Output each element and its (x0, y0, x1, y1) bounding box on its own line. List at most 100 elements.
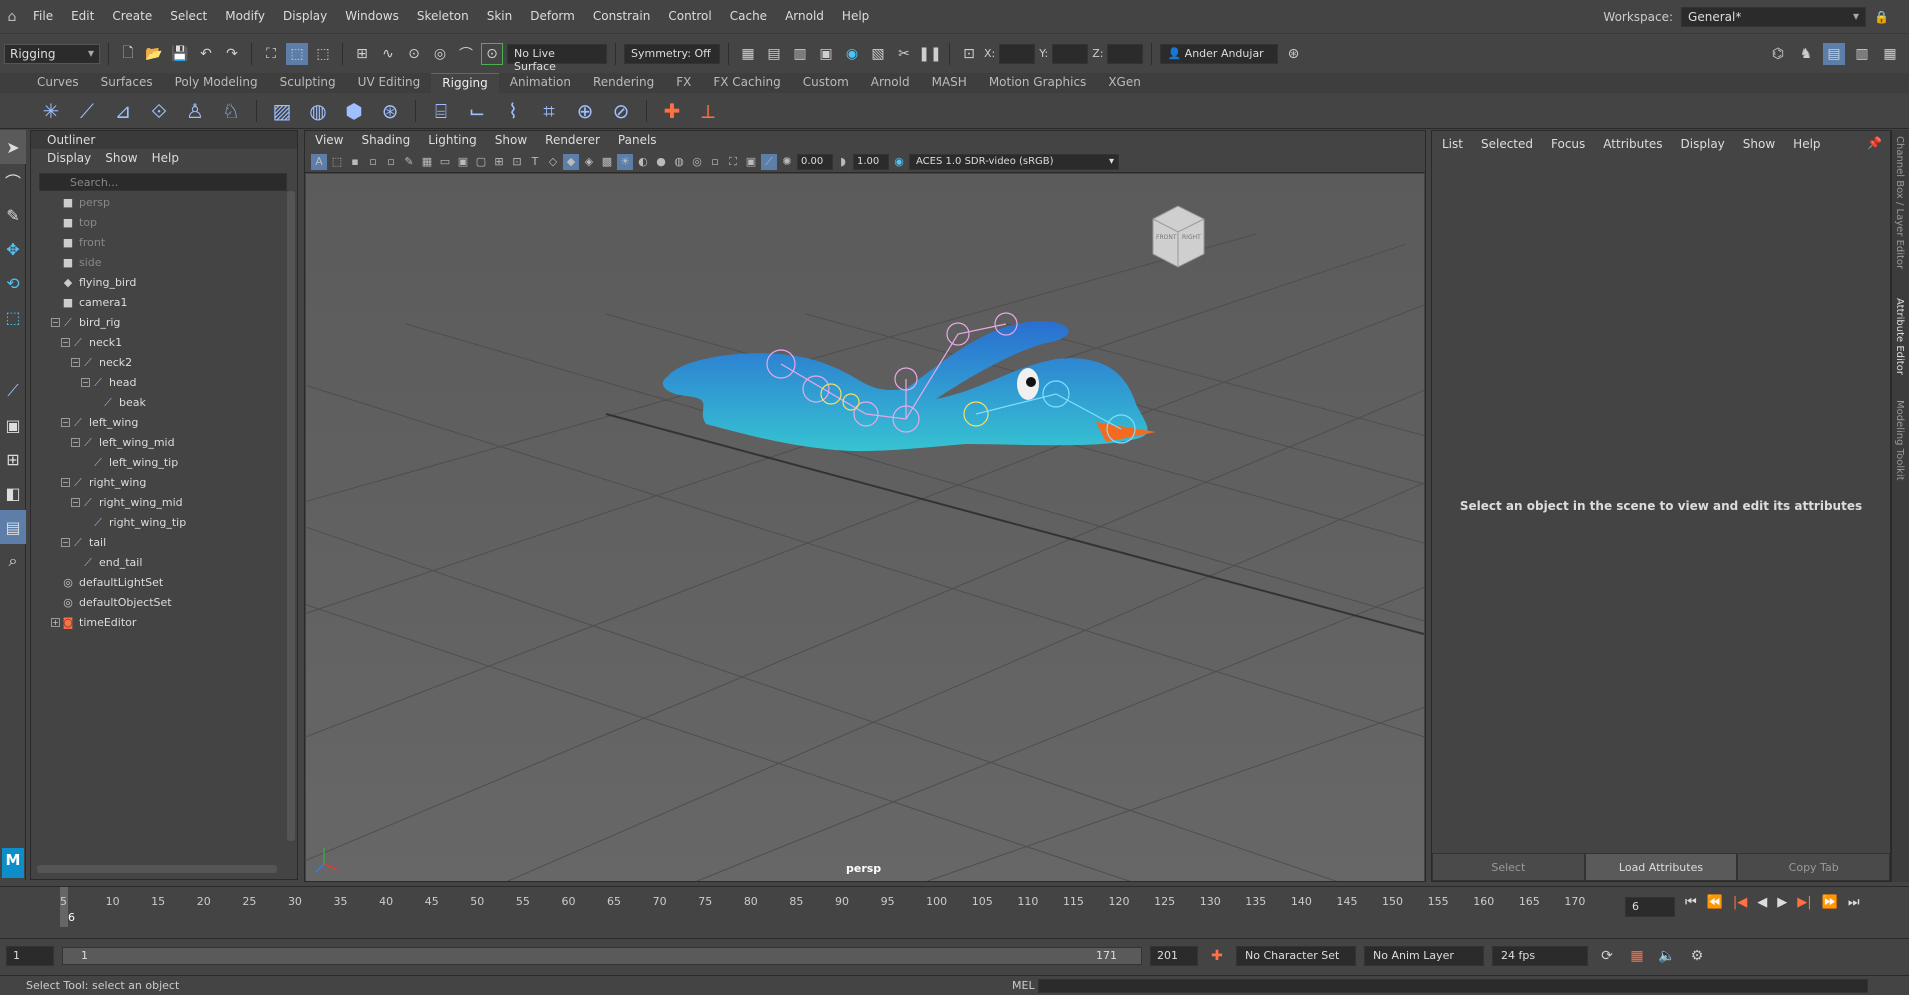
bookmark-icon[interactable]: ▪ (347, 154, 363, 170)
outliner-search-input[interactable]: Search... (39, 173, 287, 191)
command-line-input[interactable] (1038, 979, 1868, 993)
shelf-tab-xgen[interactable]: XGen (1097, 73, 1152, 93)
two-d-pan-icon[interactable]: ▫ (383, 154, 399, 170)
step-back-icon[interactable]: ⏪ (1707, 895, 1723, 910)
constraint-icon[interactable]: ⊘ (606, 96, 636, 126)
sound-icon[interactable]: 🔈 (1656, 945, 1678, 967)
humanik-icon[interactable]: ♘ (216, 96, 246, 126)
outliner-item-neck1[interactable]: − ⟋ neck1 (31, 333, 289, 353)
ik-handle-icon[interactable]: ⟋ (72, 96, 102, 126)
outliner-horizontal-scrollbar[interactable] (37, 865, 277, 873)
render-settings-icon[interactable]: ▥ (789, 43, 811, 65)
menu-set-select[interactable]: Rigging (4, 43, 100, 64)
save-scene-icon[interactable]: 💾 (169, 43, 191, 65)
auto-key-icon[interactable]: ✚ (1206, 945, 1228, 967)
insert-joint-icon[interactable]: ⟐ (144, 96, 174, 126)
menu-control[interactable]: Control (659, 0, 720, 33)
attribute-menu-selected[interactable]: Selected (1481, 137, 1533, 151)
tab-modeling-toolkit[interactable]: Modeling Toolkit (1894, 400, 1905, 481)
outliner-item-side[interactable]: ■ side (31, 253, 289, 273)
snap-point-icon[interactable]: ⊙ (403, 43, 425, 65)
go-to-end-icon[interactable]: ⏭ (1848, 895, 1860, 910)
make-live-icon[interactable]: ⊙ (481, 42, 503, 65)
snap-view-icon[interactable]: ◎ (429, 43, 451, 65)
animation-start-field[interactable]: 1 (6, 945, 54, 966)
create-joint-icon[interactable]: ✳ (36, 96, 66, 126)
menu-windows[interactable]: Windows (336, 0, 408, 33)
outliner-item-right-wing-mid[interactable]: − ⟋ right_wing_mid (31, 493, 289, 513)
viewport-menu-view[interactable]: View (315, 133, 343, 149)
camera-attributes-icon[interactable]: ⬚ (329, 154, 345, 170)
attribute-menu-show[interactable]: Show (1743, 137, 1775, 151)
shelf-tab-mash[interactable]: MASH (921, 73, 978, 93)
character-controls-icon[interactable]: ♞ (1795, 43, 1817, 65)
textured-icon[interactable]: ▩ (599, 154, 615, 170)
rotate-tool-icon[interactable]: ⟲ (0, 266, 26, 300)
safe-title-icon[interactable]: T (527, 154, 543, 170)
expand-collapse-icon[interactable]: − (61, 478, 70, 487)
use-all-lights-icon[interactable]: ☀ (617, 153, 633, 170)
lattice-icon[interactable]: ⬢ (339, 96, 369, 126)
viewport-menu-show[interactable]: Show (495, 133, 527, 149)
live-surface-field[interactable]: No Live Surface (507, 43, 607, 73)
y-field[interactable] (1052, 43, 1089, 64)
grid-icon[interactable]: ▦ (419, 154, 435, 170)
anim-layer-select[interactable]: No Anim Layer (1364, 945, 1484, 966)
menu-skeleton[interactable]: Skeleton (408, 0, 478, 33)
pole-vector-icon[interactable]: ⟂ (693, 96, 723, 126)
select-objects-icon[interactable]: ⬚ (286, 42, 308, 65)
menu-cache[interactable]: Cache (721, 0, 776, 33)
attribute-menu-list[interactable]: List (1442, 137, 1463, 151)
anti-aliasing-icon[interactable]: ◎ (689, 154, 705, 170)
expand-collapse-icon[interactable]: − (81, 378, 90, 387)
arnold-render-icon[interactable]: ◉ (841, 43, 863, 65)
paint-select-icon[interactable]: ✎ (0, 198, 26, 232)
undo-icon[interactable]: ↶ (195, 43, 217, 65)
xray-icon[interactable]: ▣ (743, 154, 759, 170)
squash-deformer-icon[interactable]: ⌗ (534, 96, 564, 126)
outliner-menu-help[interactable]: Help (152, 151, 179, 167)
bind-skin-icon[interactable]: ▨ (267, 96, 297, 126)
isolate-select-icon[interactable]: ⛶ (725, 154, 741, 170)
view-transform-select[interactable]: ACES 1.0 SDR-video (sRGB) (909, 153, 1119, 170)
select-button[interactable]: Select (1432, 853, 1585, 881)
outliner-item-left-wing[interactable]: − ⟋ left_wing (31, 413, 289, 433)
safe-action-icon[interactable]: ⊡ (509, 154, 525, 170)
single-perspective-layout-icon[interactable]: ▣ (0, 408, 26, 442)
shelf-tab-custom[interactable]: Custom (792, 73, 860, 93)
menu-edit[interactable]: Edit (62, 0, 103, 33)
smooth-shade-icon[interactable]: ◆ (563, 153, 579, 170)
screen-space-ao-icon[interactable]: ● (653, 154, 669, 170)
3d-viewport[interactable]: FRONT RIGHT persp (306, 174, 1424, 881)
gamma-field[interactable]: 1.00 (853, 153, 889, 170)
grease-pencil-icon[interactable]: ✎ (401, 154, 417, 170)
render-frame-icon[interactable]: ▦ (737, 43, 759, 65)
wireframe-on-shaded-icon[interactable]: ◈ (581, 154, 597, 170)
locator-icon[interactable]: ⊕ (570, 96, 600, 126)
gate-mask-icon[interactable]: ▢ (473, 154, 489, 170)
film-gate-icon[interactable]: ▭ (437, 154, 453, 170)
outliner-item-persp[interactable]: ■ persp (31, 193, 289, 213)
color-management-icon[interactable]: ◉ (891, 154, 907, 170)
search-icon[interactable]: ⌕ (0, 544, 26, 578)
outliner-item-left-wing-mid[interactable]: − ⟋ left_wing_mid (31, 433, 289, 453)
outliner-item-timeeditor[interactable]: + ◙ timeEditor (31, 613, 289, 633)
field-chart-icon[interactable]: ⊞ (491, 154, 507, 170)
select-tool-icon[interactable]: ➤ (0, 130, 26, 164)
expand-collapse-icon[interactable]: − (61, 538, 70, 547)
animation-preferences-icon[interactable]: ⚙ (1686, 945, 1708, 967)
menu-deform[interactable]: Deform (521, 0, 584, 33)
character-set-select[interactable]: No Character Set (1236, 945, 1356, 966)
outliner-item-end-tail[interactable]: ⟋ end_tail (31, 553, 289, 573)
menu-create[interactable]: Create (103, 0, 161, 33)
user-account-button[interactable]: 👤 Ander Andujar (1160, 43, 1279, 64)
expand-collapse-icon[interactable]: − (71, 438, 80, 447)
select-camera-icon[interactable]: A (311, 153, 327, 170)
outliner-item-right-wing-tip[interactable]: ⟋ right_wing_tip (31, 513, 289, 533)
exposure-icon[interactable]: ✺ (779, 154, 795, 170)
outliner-item-defaultobjectset[interactable]: ◎ defaultObjectSet (31, 593, 289, 613)
menu-arnold[interactable]: Arnold (776, 0, 833, 33)
shelf-tab-surfaces[interactable]: Surfaces (90, 73, 164, 93)
time-slider[interactable]: 6 5 10 15 20 25 30 35 40 45 50 55 60 65 70 75 80 85 90 95 1… (0, 886, 1909, 936)
outliner-item-defaultlightset[interactable]: ◎ defaultLightSet (31, 573, 289, 593)
